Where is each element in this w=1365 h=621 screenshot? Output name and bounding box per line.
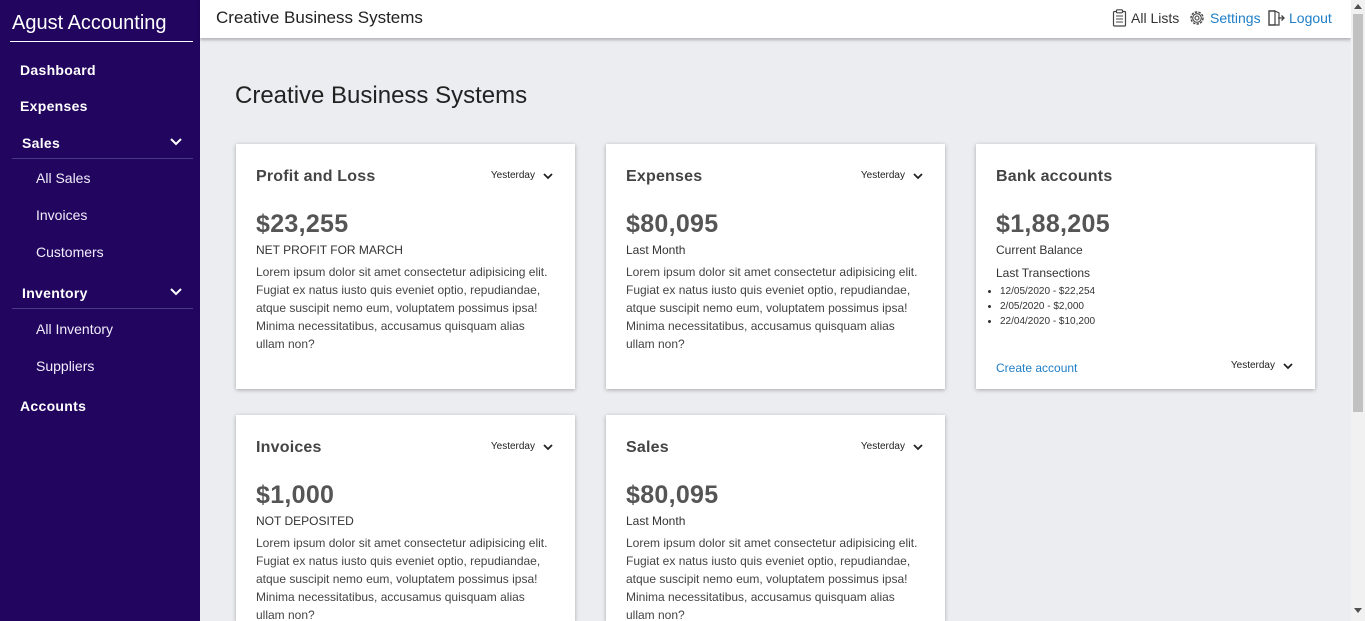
card-subtitle: Last Month — [626, 243, 686, 257]
card-subtitle: Current Balance — [996, 243, 1083, 257]
sidebar-item-customers[interactable]: Customers — [36, 244, 104, 260]
period-dropdown[interactable]: Yesterday — [861, 441, 923, 452]
chevron-down-icon[interactable] — [169, 135, 183, 149]
create-account-link[interactable]: Create account — [996, 361, 1077, 375]
period-label: Yesterday — [1230, 360, 1275, 371]
card-description: Lorem ipsum dolor sit amet consectetur a… — [256, 265, 548, 351]
card-amount: $80,095 — [626, 210, 719, 238]
transactions-list: 12/05/2020 - $22,254 2/05/2020 - $2,000 … — [1000, 284, 1095, 329]
card-title: Invoices — [256, 439, 322, 456]
period-label: Yesterday — [860, 441, 905, 452]
sales-card: Sales Yesterday $80,095 Last Month Lorem… — [606, 415, 945, 621]
card-amount: $1,000 — [256, 481, 335, 509]
sidebar-item-dashboard[interactable]: Dashboard — [20, 62, 96, 78]
card-amount: $23,255 — [256, 210, 349, 238]
period-label: Yesterday — [860, 170, 905, 181]
sidebar: Agust Accounting Dashboard Expenses Sale… — [0, 0, 200, 621]
card-subtitle: NOT DEPOSITED — [256, 514, 354, 528]
card-amount: $1,88,205 — [996, 210, 1110, 238]
card-title: Expenses — [626, 168, 703, 185]
expenses-card: Expenses Yesterday $80,095 Last Month Lo… — [606, 144, 945, 389]
card-title: Sales — [626, 439, 669, 456]
chevron-down-icon — [913, 443, 923, 450]
invoices-card: Invoices Yesterday $1,000 NOT DEPOSITED … — [236, 415, 575, 621]
page-title: Creative Business Systems — [235, 82, 528, 109]
sidebar-item-all-sales[interactable]: All Sales — [36, 170, 90, 186]
chevron-down-icon — [1283, 362, 1293, 369]
card-description: Lorem ipsum dolor sit amet consectetur a… — [626, 536, 918, 621]
profit-loss-card: Profit and Loss Yesterday $23,255 NET PR… — [236, 144, 575, 389]
sidebar-item-expenses[interactable]: Expenses — [20, 98, 88, 114]
sidebar-group-sales[interactable]: Sales — [12, 129, 193, 159]
chevron-down-icon — [543, 172, 553, 179]
clipboard-icon — [1112, 9, 1127, 27]
sidebar-item-accounts[interactable]: Accounts — [20, 398, 86, 414]
settings-label: Settings — [1210, 10, 1261, 26]
sidebar-item-suppliers[interactable]: Suppliers — [36, 358, 94, 374]
period-dropdown[interactable]: Yesterday — [1231, 360, 1293, 371]
chevron-down-icon — [913, 172, 923, 179]
settings-link[interactable]: Settings — [1188, 8, 1261, 28]
period-dropdown[interactable]: Yesterday — [861, 170, 923, 181]
all-lists-link[interactable]: All Lists — [1112, 8, 1179, 28]
card-title: Bank accounts — [996, 168, 1113, 185]
topbar: Creative Business Systems All Lists Sett… — [200, 0, 1351, 38]
card-subtitle: NET PROFIT FOR MARCH — [256, 243, 403, 257]
sidebar-group-label: Inventory — [22, 285, 88, 301]
transactions-heading: Last Transections — [996, 266, 1091, 280]
topbar-title: Creative Business Systems — [216, 8, 423, 27]
chevron-down-icon[interactable] — [169, 285, 183, 299]
scroll-down-icon[interactable] — [1354, 608, 1362, 613]
scrollbar[interactable] — [1351, 0, 1365, 621]
period-dropdown[interactable]: Yesterday — [491, 441, 553, 452]
period-label: Yesterday — [490, 170, 535, 181]
sidebar-group-inventory[interactable]: Inventory — [12, 279, 193, 309]
period-dropdown[interactable]: Yesterday — [491, 170, 553, 181]
period-label: Yesterday — [490, 441, 535, 452]
chevron-down-icon — [543, 443, 553, 450]
scrollbar-thumb[interactable] — [1353, 14, 1363, 412]
logout-link[interactable]: Logout — [1267, 8, 1332, 28]
all-lists-label: All Lists — [1131, 10, 1180, 26]
list-item: 12/05/2020 - $22,254 — [1000, 284, 1095, 299]
bank-accounts-card: Bank accounts $1,88,205 Current Balance … — [976, 144, 1315, 389]
card-amount: $80,095 — [626, 481, 719, 509]
list-item: 2/05/2020 - $2,000 — [1000, 299, 1095, 314]
logout-label: Logout — [1289, 10, 1332, 26]
scroll-up-icon[interactable] — [1354, 4, 1362, 9]
sidebar-item-all-inventory[interactable]: All Inventory — [36, 321, 113, 337]
card-description: Lorem ipsum dolor sit amet consectetur a… — [626, 265, 918, 351]
card-title: Profit and Loss — [256, 168, 376, 185]
gear-icon — [1190, 11, 1204, 25]
card-subtitle: Last Month — [626, 514, 686, 528]
logout-icon — [1268, 10, 1285, 26]
card-description: Lorem ipsum dolor sit amet consectetur a… — [256, 536, 548, 621]
sidebar-item-invoices[interactable]: Invoices — [36, 207, 87, 223]
list-item: 22/04/2020 - $10,200 — [1000, 314, 1095, 329]
sidebar-group-label: Sales — [22, 135, 61, 151]
brand-logo[interactable]: Agust Accounting — [10, 10, 193, 42]
